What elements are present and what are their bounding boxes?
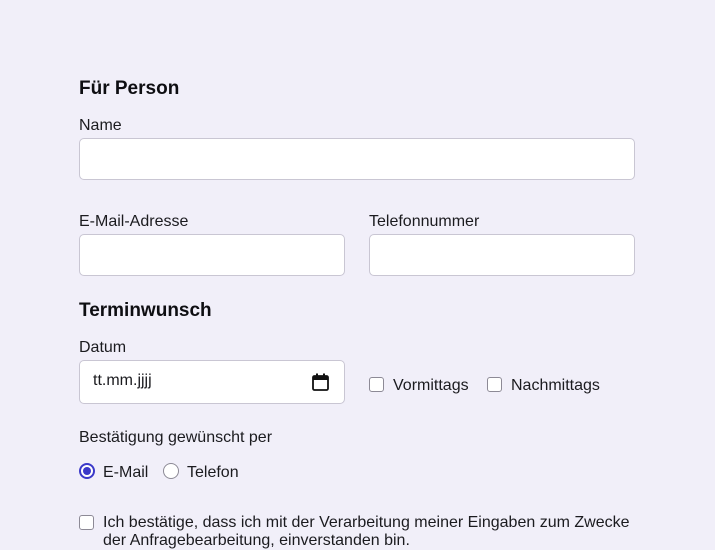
morning-checkbox[interactable] <box>369 377 384 392</box>
date-placeholder: tt.mm.jjjj <box>93 372 152 389</box>
consent-checkbox[interactable] <box>79 515 94 530</box>
name-input[interactable] <box>79 138 635 180</box>
email-input[interactable] <box>79 234 345 276</box>
consent-text[interactable]: Ich bestätige, dass ich mit der Verarbei… <box>103 514 633 550</box>
date-label: Datum <box>79 339 127 356</box>
morning-label[interactable]: Vormittags <box>393 377 469 395</box>
afternoon-checkbox[interactable] <box>487 377 502 392</box>
phone-radio[interactable] <box>163 463 179 479</box>
phone-radio-label[interactable]: Telefon <box>187 464 239 482</box>
email-radio-label[interactable]: E-Mail <box>103 464 148 482</box>
phone-label: Telefonnummer <box>369 213 480 230</box>
date-input[interactable]: tt.mm.jjjj <box>79 360 345 404</box>
confirmation-label: Bestätigung gewünscht per <box>79 429 273 446</box>
afternoon-label[interactable]: Nachmittags <box>511 377 600 395</box>
section-title-appointment: Terminwunsch <box>79 300 212 321</box>
email-label: E-Mail-Adresse <box>79 213 189 230</box>
name-label: Name <box>79 117 122 134</box>
section-title-person: Für Person <box>79 78 180 99</box>
phone-input[interactable] <box>369 234 635 276</box>
calendar-icon[interactable] <box>312 373 329 391</box>
email-radio[interactable] <box>79 463 95 479</box>
